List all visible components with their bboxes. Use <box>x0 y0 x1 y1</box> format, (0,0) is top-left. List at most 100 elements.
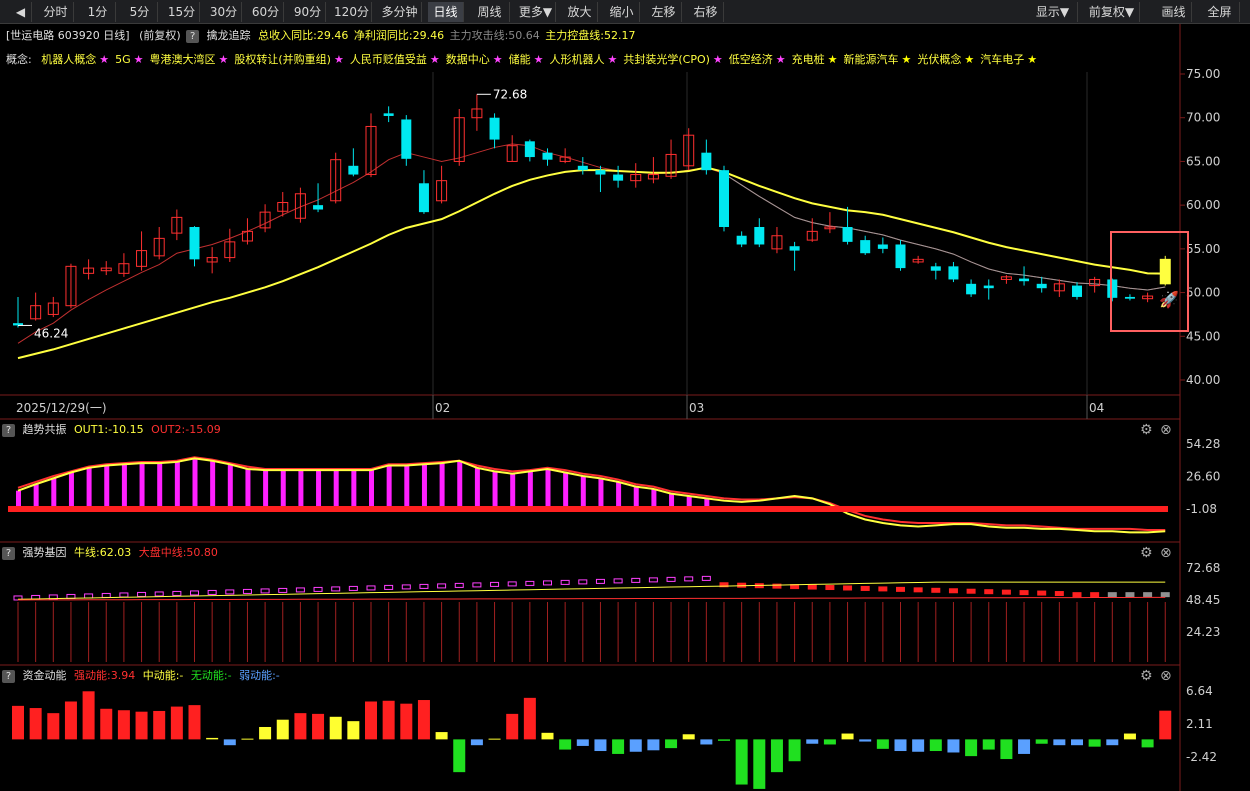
trend-bar <box>474 467 480 509</box>
candle-body <box>348 165 359 175</box>
trend-bar <box>492 471 498 509</box>
trend-bar <box>316 470 322 509</box>
fund-bar <box>47 713 60 740</box>
gene-marker <box>1090 592 1100 598</box>
help-icon[interactable]: ? <box>2 669 15 683</box>
help-icon[interactable]: ? <box>2 423 15 437</box>
fund-bar <box>153 710 166 740</box>
candle-body <box>189 227 200 260</box>
price-axis-label: 45.00 <box>1186 329 1220 343</box>
date-label-month: 03 <box>689 401 704 415</box>
trend-bar <box>421 464 427 509</box>
trend-bar <box>245 468 251 509</box>
fund-bar <box>859 739 872 742</box>
candle-body <box>948 266 959 280</box>
fund-bar <box>523 697 536 740</box>
gear-icon[interactable]: ⚙ <box>1140 545 1153 561</box>
trend-bar <box>121 464 127 509</box>
date-label-first: 2025/12/29(一) <box>16 401 107 415</box>
close-icon[interactable]: ⊗ <box>1160 545 1172 561</box>
gene-marker <box>631 577 641 583</box>
fund-bar <box>170 706 183 740</box>
gear-icon[interactable]: ⚙ <box>1140 422 1153 438</box>
fund-bar <box>700 739 713 745</box>
fund-bar <box>206 737 219 740</box>
fund-bar <box>718 739 730 741</box>
gene-marker <box>525 580 535 586</box>
fund-bar <box>506 713 519 740</box>
candle-body <box>860 240 871 254</box>
trend-axis-label: -1.08 <box>1186 502 1217 516</box>
fund-bar <box>1018 739 1031 754</box>
gene-marker <box>825 585 835 591</box>
gene-marker <box>913 587 923 593</box>
fund-bar <box>965 739 978 757</box>
gene-marker <box>472 582 482 588</box>
fund-bar <box>806 739 819 744</box>
gene-axis-label: 48.45 <box>1186 593 1220 607</box>
fund-bar <box>188 705 201 740</box>
fund-bar <box>241 738 254 740</box>
fund-axis-label: 2.11 <box>1186 717 1213 731</box>
candle-body <box>524 141 535 158</box>
fund-axis-label: -2.42 <box>1186 750 1217 764</box>
trend-bar <box>386 465 392 509</box>
help-icon[interactable]: ? <box>2 546 15 560</box>
fund-bar <box>770 739 783 773</box>
trend-bar <box>227 464 233 509</box>
gene-marker <box>966 588 976 594</box>
gene-marker <box>101 592 111 598</box>
trend-bar <box>527 471 533 509</box>
candle-body <box>877 244 888 249</box>
trend-bar <box>580 476 586 509</box>
fund-name: 资金动能 <box>22 669 67 682</box>
gene-marker <box>384 584 394 590</box>
fund-bar <box>912 739 925 752</box>
fund-bar <box>594 739 607 752</box>
fund-bar <box>259 726 272 740</box>
fund-bar <box>647 739 660 751</box>
high-price-label: 72.68 <box>493 87 527 101</box>
trend-bar <box>33 484 39 509</box>
fund-bar <box>417 700 430 740</box>
gene-marker <box>278 587 288 593</box>
close-icon[interactable]: ⊗ <box>1160 668 1172 684</box>
trend-out1: OUT1:-10.15 <box>74 423 144 436</box>
gene-marker <box>984 589 994 595</box>
gene-marker <box>295 587 305 593</box>
trend-bar <box>68 472 74 509</box>
trend-bar <box>333 470 339 509</box>
gene-market-line <box>17 596 1166 601</box>
trend-bar <box>51 478 57 509</box>
fund-bar <box>735 739 748 785</box>
fund-bar <box>929 739 942 752</box>
candle-body <box>577 165 588 171</box>
gear-icon[interactable]: ⚙ <box>1140 668 1153 684</box>
candle-body <box>719 170 729 227</box>
fund-bar <box>347 721 360 740</box>
gene-marker <box>331 586 341 592</box>
gene-marker <box>543 580 552 586</box>
trend-bar <box>633 486 639 509</box>
trend-bar <box>510 473 516 509</box>
fund-bar <box>312 713 325 740</box>
gene-marker <box>666 576 676 582</box>
price-axis-label: 70.00 <box>1186 111 1220 125</box>
gene-marker <box>401 584 411 590</box>
fund-bar <box>470 739 483 746</box>
fund-bar <box>894 739 907 752</box>
trend-bar <box>369 470 374 509</box>
trend-axis-label: 26.60 <box>1186 470 1220 484</box>
gene-marker <box>172 590 182 596</box>
fund-bar <box>435 732 448 740</box>
price-axis-label: 60.00 <box>1186 198 1220 212</box>
candle-body <box>1072 285 1082 297</box>
candle-body <box>1124 296 1135 299</box>
gene-marker <box>190 590 199 596</box>
close-icon[interactable]: ⊗ <box>1160 422 1172 438</box>
trend-bar <box>192 458 198 509</box>
fund-bar <box>612 739 625 754</box>
gene-marker <box>313 586 323 592</box>
fund-bar <box>876 739 889 749</box>
trend-bar <box>174 461 180 509</box>
